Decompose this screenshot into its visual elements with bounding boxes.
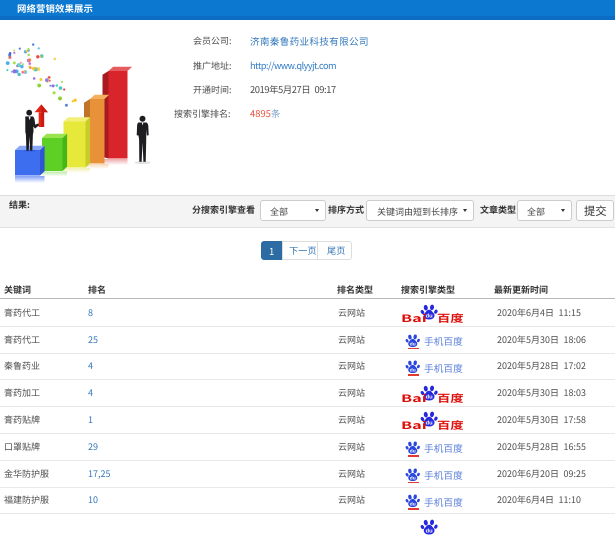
svg-text:du: du xyxy=(410,341,416,347)
svg-text:du: du xyxy=(410,368,416,374)
svg-text:du: du xyxy=(426,528,434,534)
svg-text:du: du xyxy=(410,475,416,481)
svg-text:du: du xyxy=(410,448,416,454)
svg-text:du: du xyxy=(410,502,416,508)
